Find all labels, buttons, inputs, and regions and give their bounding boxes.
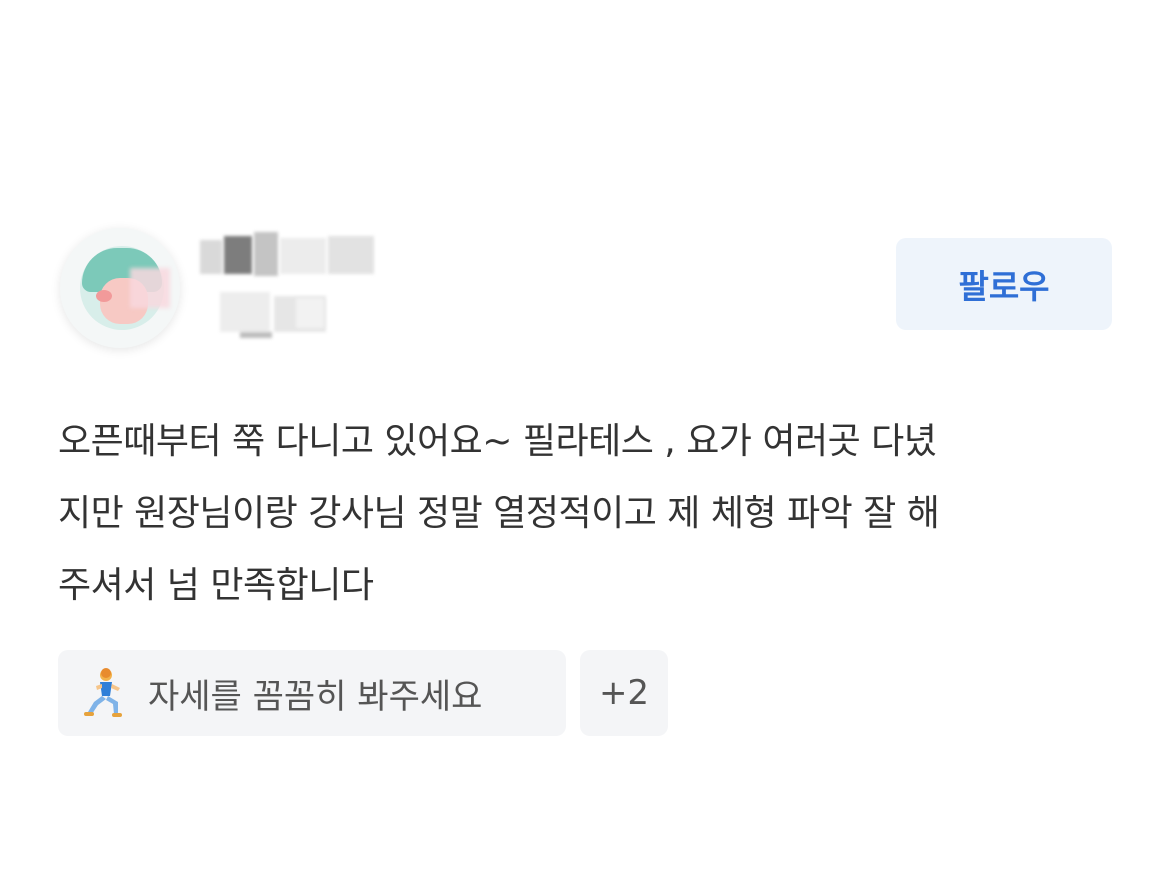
blur-block: [280, 238, 326, 274]
blur-block: [220, 292, 270, 332]
review-text-line: 주셔서 넘 만족합니다: [58, 565, 374, 606]
review-text-line: 오픈때부터 쭉 다니고 있어요~ 필라테스 , 요가 여러곳 다녔: [58, 421, 937, 462]
blur-block: [254, 232, 278, 276]
tag-chip-posture[interactable]: 자세를 꼼꼼히 봐주세요: [58, 650, 566, 736]
more-tags-button[interactable]: +2: [580, 650, 668, 736]
avatar-cheek: [96, 290, 112, 302]
username-blurred[interactable]: [200, 232, 376, 342]
blur-block: [296, 298, 324, 328]
blur-block: [224, 236, 252, 274]
review-card: 팔로우 오픈때부터 쭉 다니고 있어요~ 필라테스 , 요가 여러곳 다녔 지만…: [0, 0, 1170, 881]
avatar[interactable]: [60, 228, 180, 348]
tag-label: 자세를 꼼꼼히 봐주세요: [148, 676, 483, 717]
kneeling-person-icon: [82, 668, 128, 718]
review-text: 오픈때부터 쭉 다니고 있어요~ 필라테스 , 요가 여러곳 다녔 지만 원장님…: [58, 406, 1108, 622]
follow-button[interactable]: 팔로우: [896, 238, 1112, 330]
avatar-blur-patch: [130, 268, 170, 308]
blur-block: [200, 240, 222, 274]
review-text-line: 지만 원장님이랑 강사님 정말 열정적이고 제 체형 파악 잘 해: [58, 493, 940, 534]
review-tags: 자세를 꼼꼼히 봐주세요 +2: [58, 650, 668, 736]
blur-block: [240, 332, 272, 338]
blur-block: [328, 236, 374, 274]
